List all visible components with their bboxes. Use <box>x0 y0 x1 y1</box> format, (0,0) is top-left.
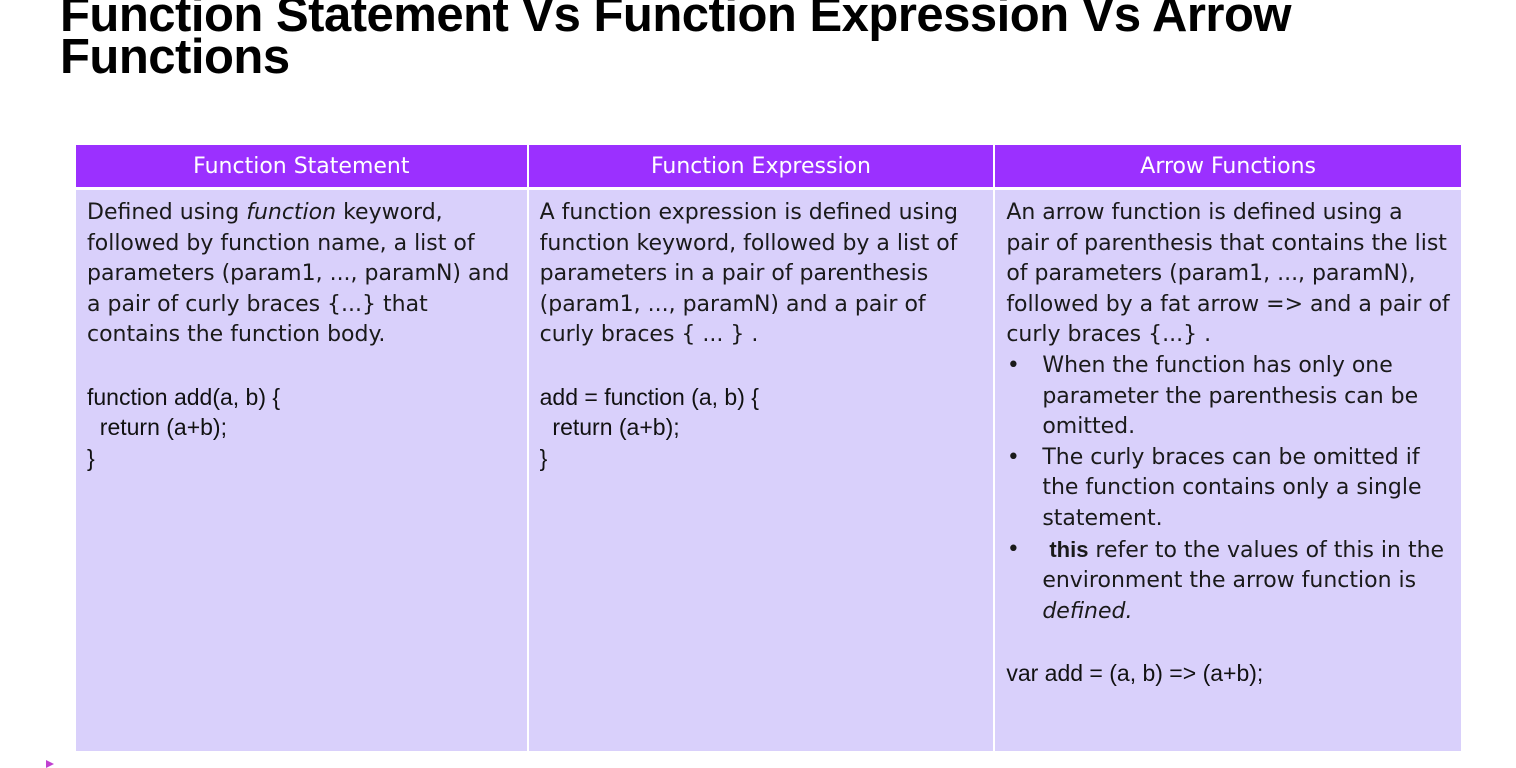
arrow-bullet-list: • When the function has only one paramete… <box>1006 351 1451 627</box>
this-keyword: this <box>1049 536 1089 562</box>
header-function-statement: Function Statement <box>76 145 529 190</box>
statement-desc-before: Defined using <box>87 200 247 225</box>
statement-keyword: function <box>246 200 337 225</box>
arrow-bullet-2: • The curly braces can be omitted if the … <box>1006 443 1451 535</box>
bullet-icon: • <box>1006 536 1020 562</box>
slide-title: Function Statement Vs Function Expressio… <box>60 0 1292 84</box>
arrow-cell: An arrow function is defined using a pai… <box>994 188 1461 751</box>
expression-code-example: add = function (a, b) { return (a+b); } <box>539 383 759 471</box>
comparison-table: Function Statement Function Expression A… <box>76 145 1461 751</box>
header-function-expression: Function Expression <box>527 145 996 190</box>
table-body-row: Defined using function keyword, followed… <box>76 188 1461 751</box>
arrow-code-example: var add = (a, b) => (a+b); <box>1006 659 1264 686</box>
bullet-icon: • <box>1006 352 1020 378</box>
statement-description: Defined using function keyword, followed… <box>87 198 517 351</box>
arrow-bullet-3: • this refer to the values of this in th… <box>1006 535 1451 628</box>
arrow-bullet-3-text: refer to the values of this in the envir… <box>1042 537 1445 594</box>
arrow-bullet-1-text: When the function has only one parameter… <box>1042 352 1419 440</box>
table-header-row: Function Statement Function Expression A… <box>76 145 1461 190</box>
arrow-description: An arrow function is defined using a pai… <box>1006 200 1450 348</box>
arrow-bullet-2-text: The curly braces can be omitted if the f… <box>1042 444 1422 531</box>
statement-cell: Defined using function keyword, followed… <box>76 188 529 751</box>
arrow-bullet-3-emphasis: defined. <box>1042 598 1133 624</box>
header-arrow-functions: Arrow Functions <box>994 145 1461 190</box>
bullet-icon: • <box>1006 444 1020 470</box>
expression-description: A function expression is defined using f… <box>539 200 958 348</box>
arrow-bullet-1: • When the function has only one paramete… <box>1006 351 1451 443</box>
statement-code-example: function add(a, b) { return (a+b); } <box>87 383 281 471</box>
expression-cell: A function expression is defined using f… <box>527 188 996 751</box>
